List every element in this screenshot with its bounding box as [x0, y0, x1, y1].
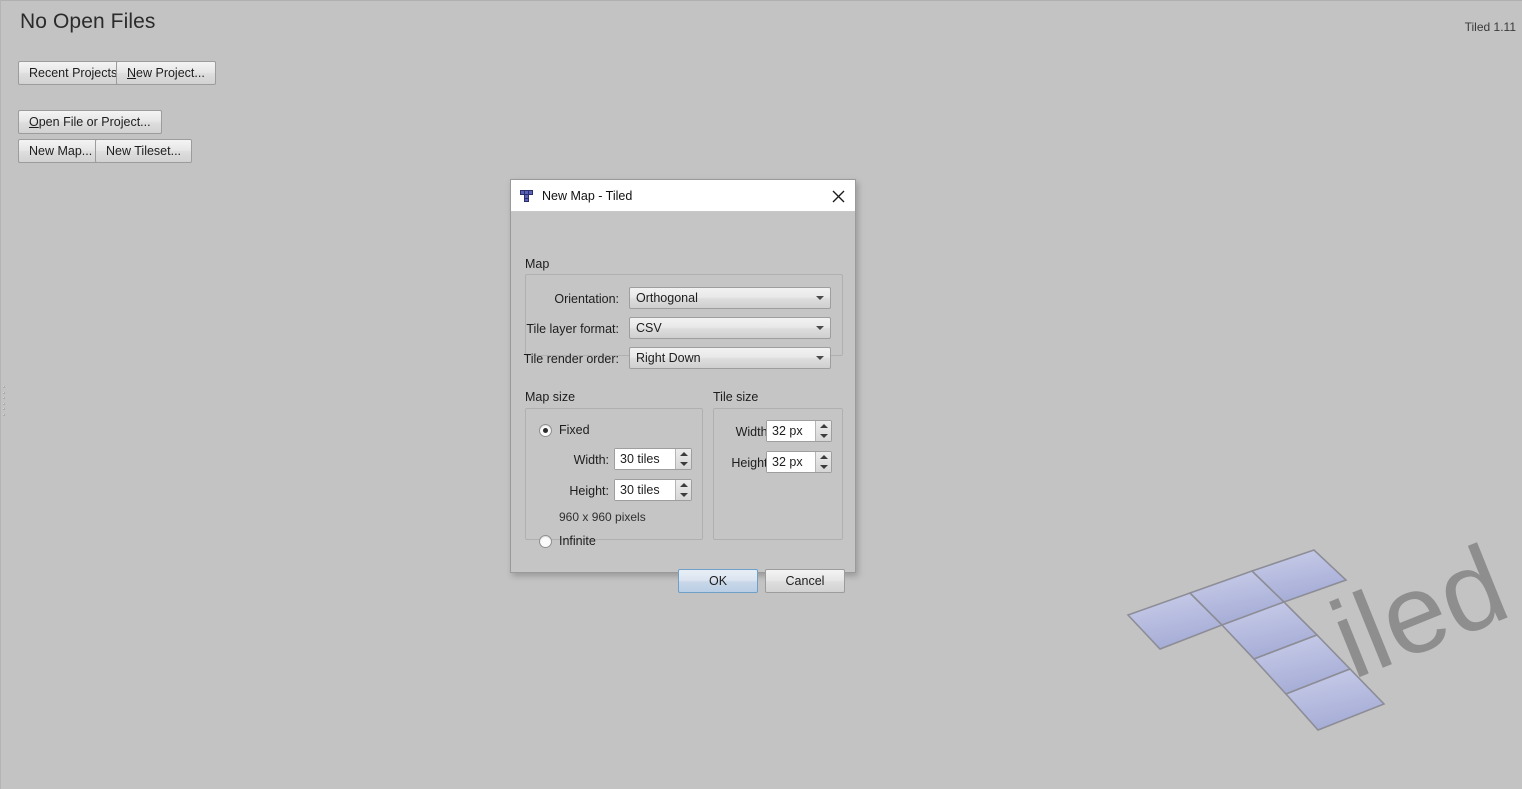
tile-layer-format-value: CSV — [636, 321, 662, 335]
map-width-label: Width: — [573, 453, 609, 467]
tile-width-stepper[interactable] — [815, 421, 831, 441]
map-height-stepper[interactable] — [675, 480, 691, 500]
map-width-spinbox[interactable]: 30 tiles — [614, 448, 692, 470]
top-divider — [0, 0, 1522, 1]
chevron-down-icon — [810, 356, 830, 360]
stepper-down-icon[interactable] — [816, 431, 831, 441]
tile-height-label: Height: — [731, 456, 771, 470]
stepper-up-icon[interactable] — [676, 480, 691, 490]
splitter-dot — [3, 386, 5, 388]
stepper-down-icon[interactable] — [676, 459, 691, 469]
dialog-title: New Map - Tiled — [542, 188, 633, 203]
svg-text:iled: iled — [1315, 540, 1522, 702]
recent-projects-label: Recent Projects — [29, 66, 118, 80]
chevron-down-icon — [810, 296, 830, 300]
radio-dot-icon — [539, 423, 552, 437]
map-width-value: 30 tiles — [615, 449, 675, 469]
tile-height-value: 32 px — [767, 452, 815, 472]
splitter-dot — [3, 408, 5, 411]
cancel-button-label: Cancel — [785, 574, 825, 588]
tile-height-spinbox[interactable]: 32 px — [766, 451, 832, 473]
cancel-button[interactable]: Cancel — [765, 569, 845, 593]
new-tileset-label: New Tileset... — [106, 144, 182, 158]
stepper-down-icon[interactable] — [816, 462, 831, 472]
ok-button[interactable]: OK — [678, 569, 758, 593]
tile-render-order-value: Right Down — [636, 351, 701, 365]
splitter-dot — [3, 413, 5, 416]
map-pixel-size-info: 960 x 960 pixels — [559, 510, 646, 524]
open-file-mnemonic: O — [29, 115, 39, 129]
open-file-or-project-button[interactable]: Open File or Project... — [18, 110, 162, 134]
map-size-infinite-label: Infinite — [559, 534, 596, 548]
tile-layer-format-label: Tile layer format: — [526, 322, 619, 336]
new-project-mnemonic: N — [127, 66, 137, 80]
orientation-label: Orientation: — [554, 292, 619, 306]
map-width-stepper[interactable] — [675, 449, 691, 469]
map-size-infinite-radio[interactable]: Infinite — [539, 534, 596, 548]
map-height-label: Height: — [569, 484, 609, 498]
page-title: No Open Files — [20, 10, 156, 33]
new-tileset-button[interactable]: New Tileset... — [95, 139, 193, 163]
stepper-up-icon[interactable] — [816, 421, 831, 431]
map-size-group-title: Map size — [525, 390, 576, 404]
panel-splitter-handle[interactable] — [2, 386, 6, 416]
version-label: Tiled 1.11 — [1464, 20, 1516, 34]
splitter-dot — [3, 391, 5, 394]
tile-width-spinbox[interactable]: 32 px — [766, 420, 832, 442]
close-icon[interactable] — [825, 183, 851, 209]
new-map-dialog: New Map - Tiled Map Orientation: Orthogo… — [510, 179, 856, 593]
map-size-fixed-radio[interactable]: Fixed — [539, 423, 590, 437]
left-divider — [0, 0, 1, 789]
new-map-label: New Map... — [29, 144, 93, 158]
stepper-up-icon[interactable] — [816, 452, 831, 462]
splitter-dot — [3, 397, 5, 400]
splitter-dot — [3, 402, 5, 405]
orientation-value: Orthogonal — [636, 291, 698, 305]
main-workspace: No Open Files Tiled 1.11 Recent Projects… — [0, 0, 1522, 789]
tile-width-label: Width: — [735, 425, 771, 439]
stepper-down-icon[interactable] — [676, 490, 691, 500]
tile-render-order-combobox[interactable]: Right Down — [629, 347, 831, 369]
chevron-down-icon — [810, 326, 830, 330]
stepper-up-icon[interactable] — [676, 449, 691, 459]
tile-width-value: 32 px — [767, 421, 815, 441]
new-map-button[interactable]: New Map... — [18, 139, 104, 163]
watermark-tiles — [1126, 549, 1386, 731]
tiled-logo-icon — [519, 188, 535, 204]
tile-render-order-label: Tile render order: — [523, 352, 619, 366]
map-height-spinbox[interactable]: 30 tiles — [614, 479, 692, 501]
tiled-watermark: iled — [1110, 521, 1522, 789]
tiled-watermark-graphic: iled — [1126, 521, 1522, 731]
map-height-value: 30 tiles — [615, 480, 675, 500]
ok-button-label: OK — [708, 574, 728, 588]
map-group-title: Map — [525, 257, 550, 271]
tile-height-stepper[interactable] — [815, 452, 831, 472]
new-project-label: ew Project... — [136, 66, 205, 80]
new-project-button[interactable]: New Project... — [116, 61, 216, 85]
orientation-combobox[interactable]: Orthogonal — [629, 287, 831, 309]
dialog-body: Map Orientation: Orthogonal Tile layer f… — [511, 212, 855, 593]
radio-dot-icon — [539, 534, 552, 548]
map-size-fixed-label: Fixed — [559, 423, 590, 437]
tile-layer-format-combobox[interactable]: CSV — [629, 317, 831, 339]
open-file-label: pen File or Project... — [38, 115, 151, 129]
watermark-text: iled — [1315, 521, 1522, 702]
tile-size-group-title: Tile size — [713, 390, 759, 404]
dialog-titlebar: New Map - Tiled — [511, 180, 855, 212]
